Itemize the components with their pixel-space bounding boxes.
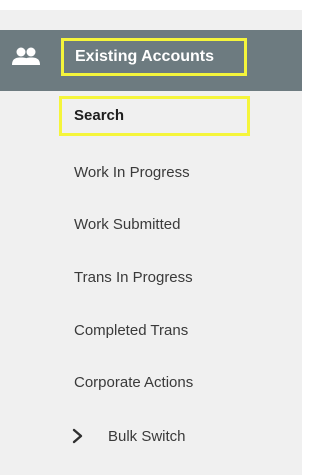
sidebar-item-work-submitted[interactable]: Work Submitted — [74, 216, 180, 233]
people-icon — [12, 46, 40, 68]
sidebar-item-corporate-actions[interactable]: Corporate Actions — [74, 374, 193, 391]
chevron-right-icon[interactable] — [72, 428, 84, 444]
sidebar-item-completed-trans[interactable]: Completed Trans — [74, 322, 188, 339]
sidebar-panel: Existing Accounts Search Work In Progres… — [0, 0, 302, 475]
sidebar-item-search[interactable]: Search — [59, 96, 250, 136]
top-spacer — [0, 0, 302, 10]
sidebar-item-bulk-switch[interactable]: Bulk Switch — [108, 428, 186, 445]
sidebar-item-trans-in-progress[interactable]: Trans In Progress — [74, 269, 193, 286]
sidebar-item-work-in-progress[interactable]: Work In Progress — [74, 164, 190, 181]
existing-accounts-label[interactable]: Existing Accounts — [61, 38, 247, 76]
